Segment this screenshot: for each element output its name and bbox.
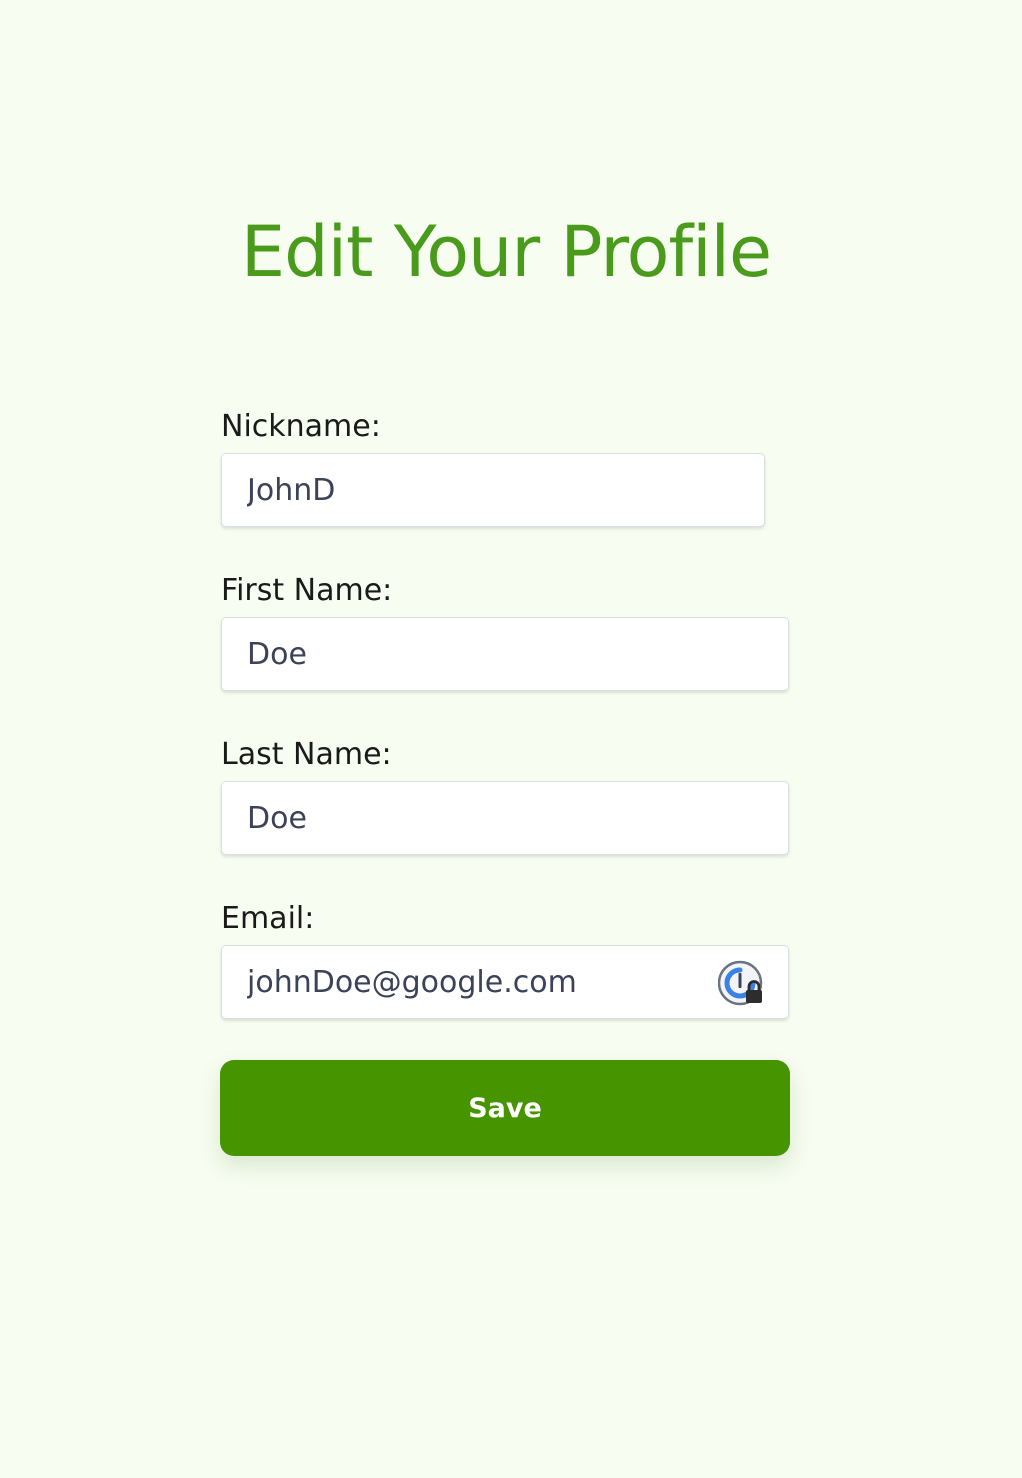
last-name-input[interactable] bbox=[222, 782, 788, 854]
email-label: Email: bbox=[221, 901, 315, 936]
nickname-input[interactable] bbox=[222, 454, 764, 526]
save-button[interactable]: Save bbox=[220, 1060, 790, 1156]
password-manager-icon[interactable] bbox=[718, 959, 766, 1007]
email-input[interactable] bbox=[222, 946, 788, 1018]
first-name-field-box bbox=[221, 617, 789, 691]
first-name-input[interactable] bbox=[222, 618, 788, 690]
last-name-label: Last Name: bbox=[221, 737, 392, 772]
nickname-label: Nickname: bbox=[221, 409, 381, 444]
page-title: Edit Your Profile bbox=[240, 211, 772, 293]
email-field-box bbox=[221, 945, 789, 1019]
last-name-field-box bbox=[221, 781, 789, 855]
first-name-label: First Name: bbox=[221, 573, 393, 608]
nickname-field-box bbox=[221, 453, 765, 527]
